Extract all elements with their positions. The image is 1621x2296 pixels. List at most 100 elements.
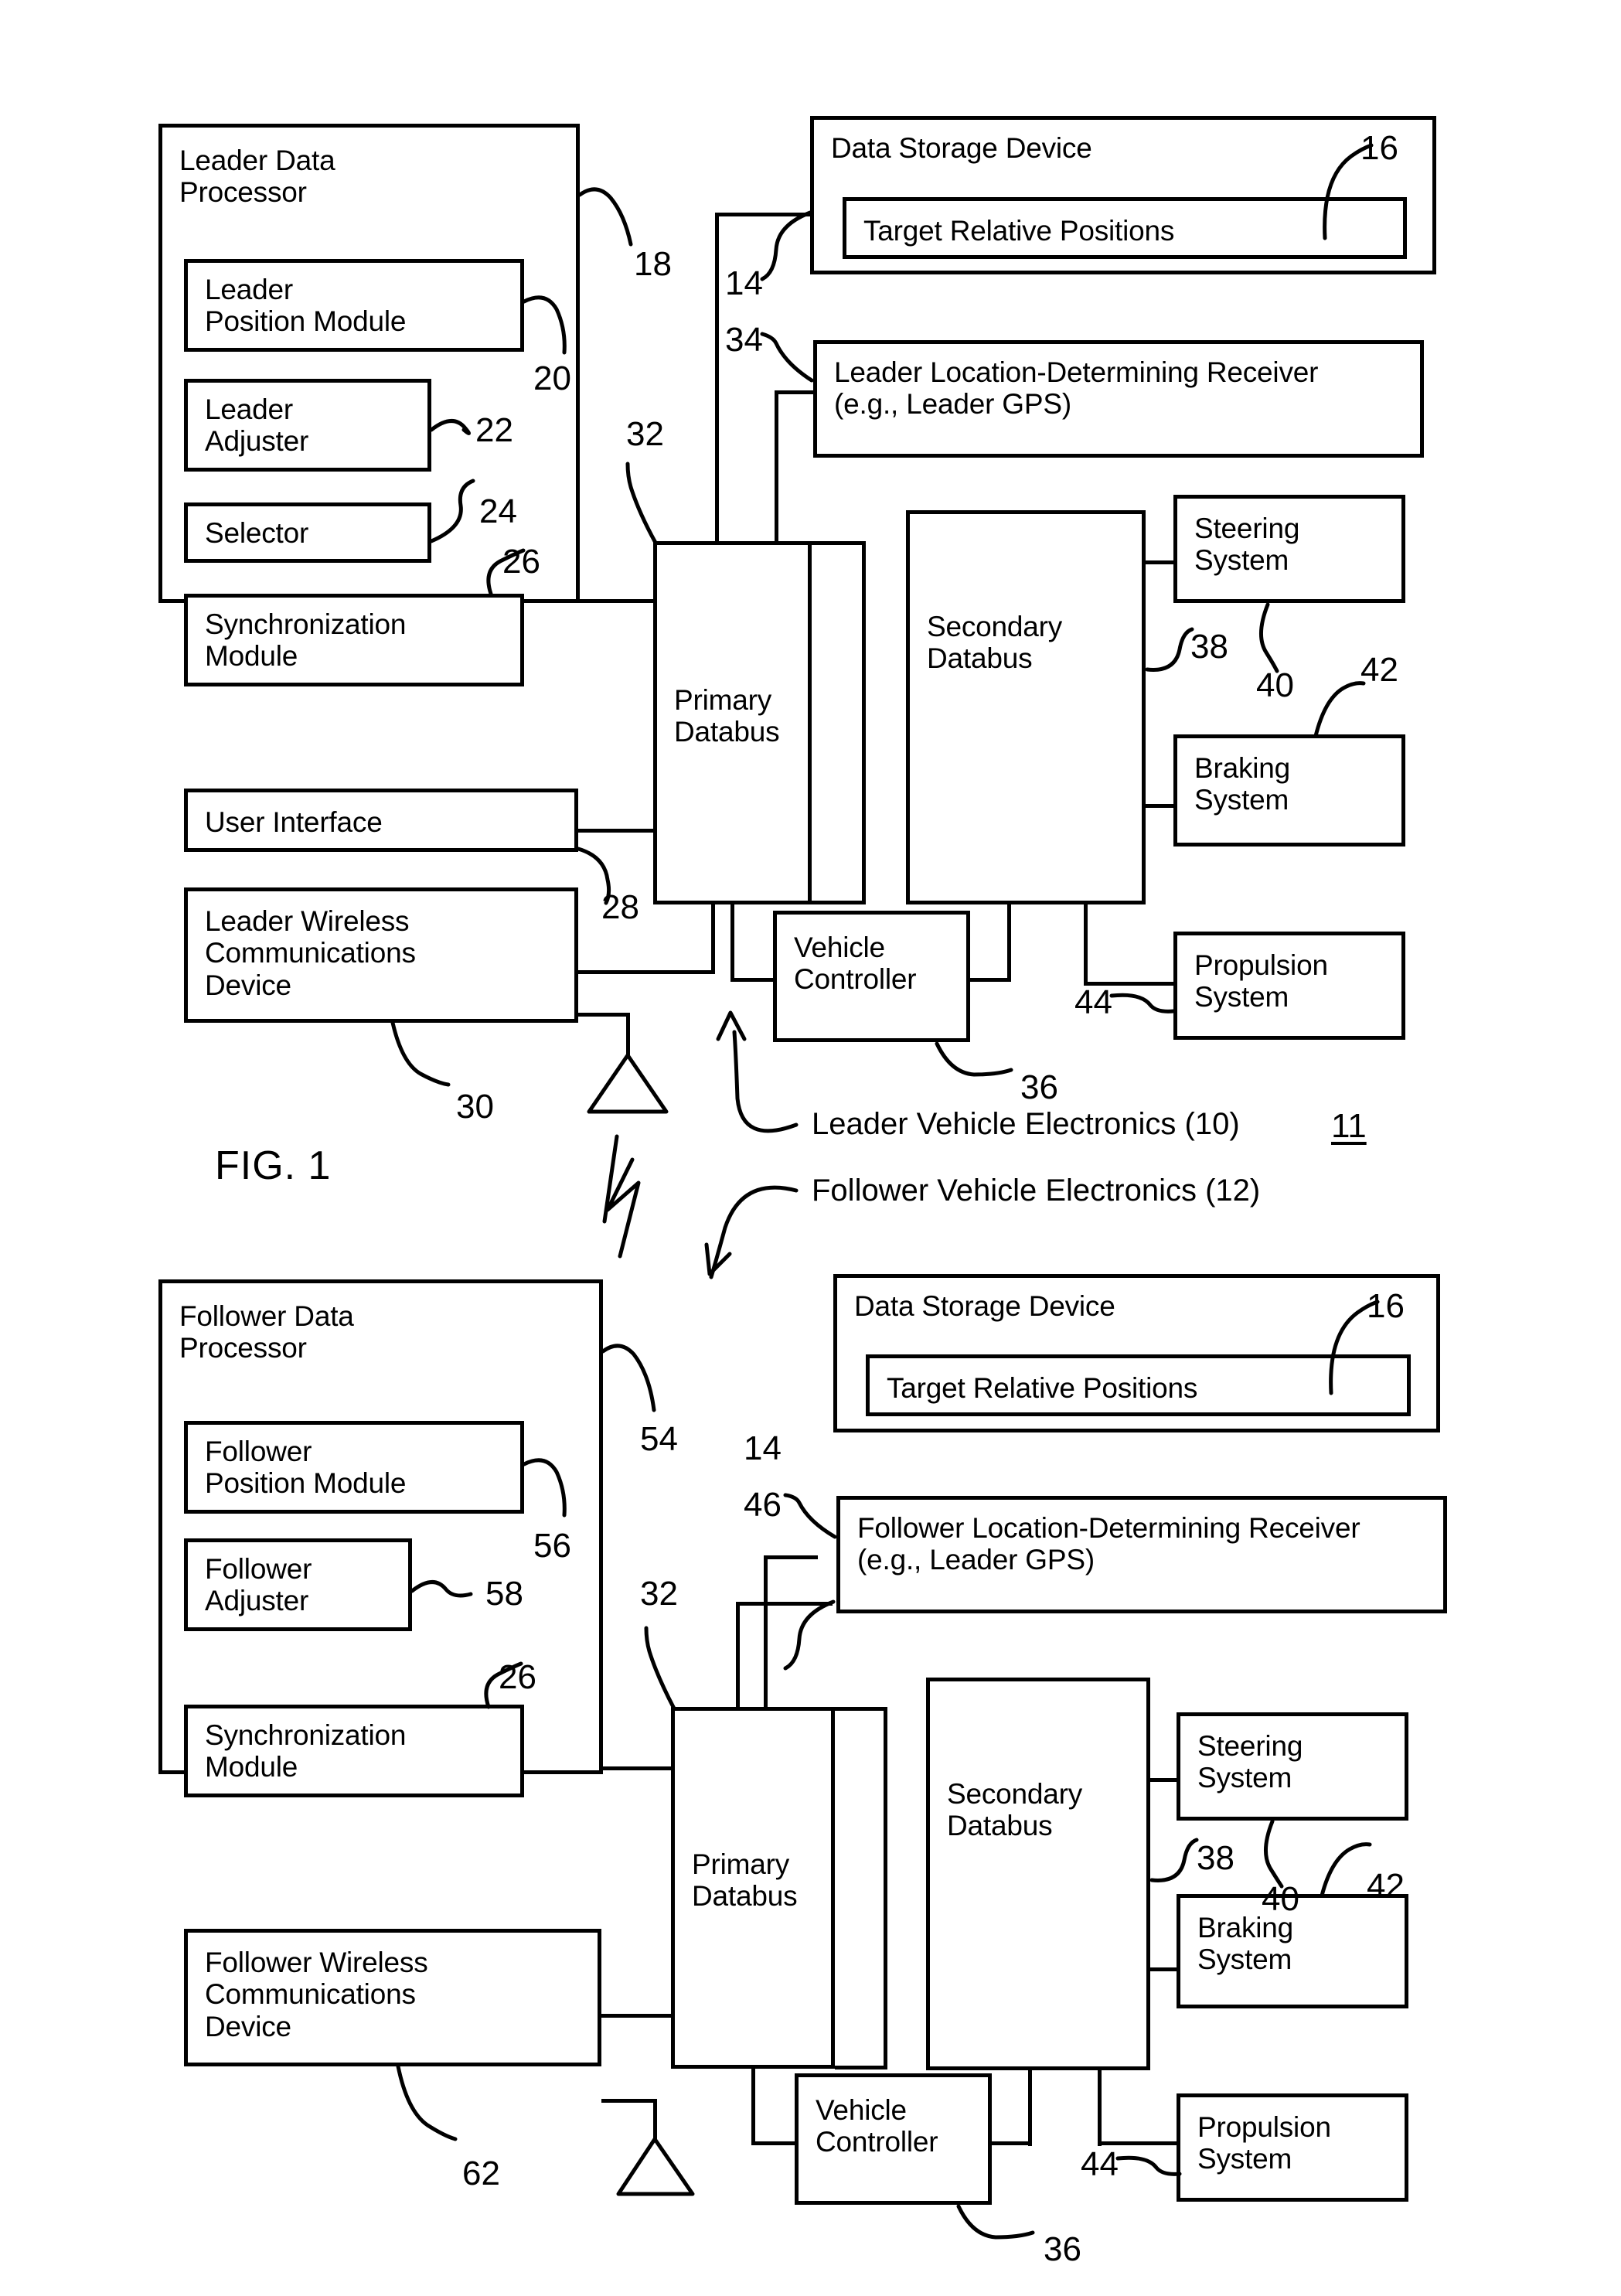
follower-synchronization-module-label: Synchronization Module [205, 1719, 407, 1783]
follower-position-module-label: Follower Position Module [205, 1436, 407, 1500]
fig2-leader-54 [601, 1344, 656, 1412]
follower-vehicle-arrow [709, 1185, 799, 1279]
leader-position-module-block[interactable]: Leader Position Module [184, 259, 524, 352]
follower-receiver-block[interactable]: Follower Location-Determining Receiver (… [836, 1496, 1447, 1613]
connector-secondary-prop-v [1084, 904, 1088, 986]
leader-vehicle-arrow [732, 1030, 799, 1133]
connector-primary-secondary-top [812, 541, 866, 545]
fig2-braking-system-label: Braking System [1197, 1912, 1294, 1976]
fig2-ref-36: 36 [1044, 2230, 1081, 2268]
propulsion-system-label: Propulsion System [1194, 949, 1328, 1013]
fig2-leader-40 [1263, 1819, 1284, 1889]
fig2-ref-44: 44 [1081, 2145, 1119, 2183]
fig2-leader-38 [1149, 1838, 1199, 1882]
leader-receiver-label: Leader Location-Determining Receiver (e.… [834, 356, 1319, 421]
fig2-ref-62: 62 [462, 2155, 500, 2192]
follower-position-module-block[interactable]: Follower Position Module [184, 1421, 524, 1514]
fig2-connector-primary-vc-h [751, 2141, 798, 2145]
antenna-icon-fig2 [616, 2137, 695, 2196]
connector-wireless-right [576, 970, 715, 974]
follower-adjuster-label: Follower Adjuster [205, 1553, 312, 1617]
secondary-databus-block[interactable]: Secondary Databus [906, 510, 1146, 904]
leader-adjuster-block[interactable]: Leader Adjuster [184, 379, 431, 472]
leader-38 [1145, 627, 1194, 672]
fig2-ref-32: 32 [640, 1575, 678, 1613]
fig2-connector-primary-secondary-bottom [835, 2066, 887, 2069]
vehicle-controller-label: Vehicle Controller [794, 932, 917, 996]
fig2-data-storage-device-label: Data Storage Device [854, 1290, 1115, 1322]
fig2-connector-vc-secondary-h [989, 2141, 1032, 2145]
connector-receiver-trunk-h [775, 390, 815, 394]
leader-14 [760, 210, 812, 281]
fig2-leader-36 [956, 2204, 1035, 2240]
follower-wireless-device-label: Follower Wireless Communications Device [205, 1947, 428, 2042]
fig2-connector-fdp-to-primary [601, 1766, 673, 1770]
fig2-leader-46 [783, 1493, 837, 1539]
follower-vehicle-electronics-caption: Follower Vehicle Electronics (12) [812, 1174, 1261, 1208]
fig2-steering-system-block[interactable]: Steering System [1177, 1712, 1408, 1821]
fig2-ref-38: 38 [1197, 1839, 1234, 1877]
selector-block[interactable]: Selector [184, 502, 431, 563]
braking-system-block[interactable]: Braking System [1173, 734, 1405, 847]
connector-primary-secondary-v [862, 541, 866, 904]
wireless-link-icon-b [605, 1157, 641, 1259]
fig2-secondary-databus-block[interactable]: Secondary Databus [926, 1678, 1150, 2070]
connector-wireless-antenna-v [626, 1013, 630, 1055]
connector-vc-secondary-v [1007, 904, 1011, 982]
fig2-connector-primary-secondary-v [884, 1707, 887, 2069]
connector-storage-trunk-v [715, 213, 719, 541]
target-relative-positions-block[interactable]: Target Relative Positions [843, 197, 1407, 259]
fig2-connector-primary-secondary-top [835, 1707, 887, 1711]
fig2-connector-secondary-prop-v [1098, 2069, 1102, 2146]
fig2-connector-storage-trunk-h [736, 1602, 833, 1606]
fig2-leader-42 [1320, 1842, 1372, 1898]
follower-data-processor-label: Follower Data Processor [179, 1300, 354, 1364]
synchronization-module-block[interactable]: Synchronization Module [184, 594, 524, 686]
fig2-connector-wireless-antenna-v [653, 2099, 657, 2139]
data-storage-device-label: Data Storage Device [831, 132, 1092, 164]
fig2-target-relative-positions-label: Target Relative Positions [887, 1372, 1198, 1404]
propulsion-system-block[interactable]: Propulsion System [1173, 932, 1405, 1040]
fig2-ref-42: 42 [1367, 1867, 1405, 1905]
leader-18 [577, 187, 633, 247]
vehicle-controller-block[interactable]: Vehicle Controller [773, 911, 970, 1042]
follower-adjuster-block[interactable]: Follower Adjuster [184, 1538, 412, 1631]
ref-42: 42 [1360, 651, 1398, 689]
ref-22: 22 [475, 411, 513, 449]
fig2-vehicle-controller-block[interactable]: Vehicle Controller [795, 2073, 992, 2205]
connector-primary-secondary-bottom [812, 901, 866, 904]
leader-data-processor-label: Leader Data Processor [179, 145, 335, 209]
leader-44 [1109, 993, 1176, 1013]
fig2-ref-54: 54 [640, 1420, 678, 1458]
leader-40 [1258, 602, 1279, 673]
follower-wireless-device-block[interactable]: Follower Wireless Communications Device [184, 1929, 601, 2066]
primary-databus-label: Primary Databus [674, 684, 780, 748]
leader-receiver-block[interactable]: Leader Location-Determining Receiver (e.… [813, 340, 1424, 458]
fig2-target-relative-positions-block[interactable]: Target Relative Positions [866, 1354, 1411, 1416]
secondary-databus-label: Secondary Databus [927, 611, 1063, 675]
steering-system-label: Steering System [1194, 513, 1300, 577]
steering-system-block[interactable]: Steering System [1173, 495, 1405, 603]
leader-vehicle-arrowhead [716, 1010, 747, 1041]
leader-wireless-device-block[interactable]: Leader Wireless Communications Device [184, 887, 578, 1023]
connector-storage-trunk-h [715, 213, 812, 216]
follower-synchronization-module-block[interactable]: Synchronization Module [184, 1705, 524, 1797]
follower-vehicle-arrowhead [704, 1242, 732, 1276]
ref-40: 40 [1256, 666, 1294, 704]
ref-36: 36 [1020, 1068, 1058, 1106]
selector-label: Selector [205, 517, 309, 549]
connector-receiver-trunk-v [775, 390, 778, 541]
fig2-ref-58: 58 [485, 1575, 523, 1613]
fig2-propulsion-system-block[interactable]: Propulsion System [1177, 2093, 1408, 2202]
ref-32: 32 [626, 415, 664, 453]
primary-databus-block[interactable]: Primary Databus [653, 541, 812, 904]
leader-34 [760, 332, 814, 383]
user-interface-block[interactable]: User Interface [184, 789, 578, 852]
ref-14: 14 [725, 264, 763, 302]
ref-11: 11 [1331, 1107, 1367, 1145]
fig2-primary-databus-block[interactable]: Primary Databus [671, 1707, 835, 2069]
fig2-connector-receiver-trunk-h [764, 1555, 818, 1559]
synchronization-module-label: Synchronization Module [205, 608, 407, 673]
leader-adjuster-label: Leader Adjuster [205, 393, 309, 458]
fig2-primary-databus-label: Primary Databus [692, 1848, 798, 1913]
